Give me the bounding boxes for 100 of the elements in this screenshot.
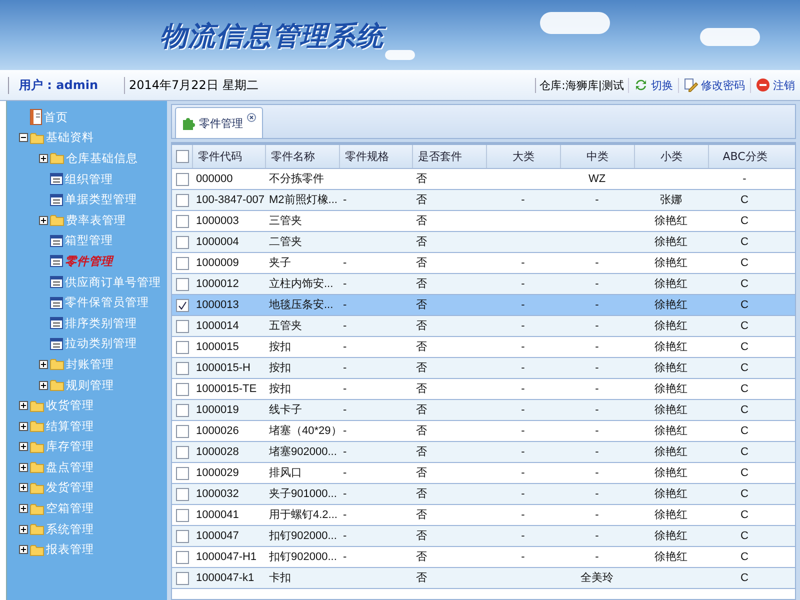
form-icon: [50, 317, 63, 330]
form-icon: [50, 296, 63, 309]
row-checkbox[interactable]: [176, 278, 188, 290]
folder-icon: [30, 461, 44, 474]
warehouse-label: 仓库:海狮库|测试: [534, 78, 628, 92]
table-cell: -: [521, 488, 525, 500]
column-header[interactable]: 小类: [634, 145, 708, 168]
table-cell: -: [521, 509, 525, 521]
table-cell: 徐艳红: [654, 425, 688, 437]
select-all-checkbox[interactable]: [176, 150, 188, 163]
expand-icon[interactable]: [19, 442, 28, 452]
header-link[interactable]: 切换: [651, 78, 673, 92]
column-header[interactable]: 零件规格: [339, 145, 412, 168]
row-checkbox[interactable]: [176, 382, 188, 396]
folder-icon: [50, 214, 64, 226]
table-cell: 1000003: [196, 215, 239, 227]
table-cell: 否: [416, 215, 427, 227]
expand-icon[interactable]: [19, 524, 28, 534]
expand-icon[interactable]: [19, 401, 28, 410]
table-row[interactable]: 1000019 线卡子 - 否 - - 徐艳红 C: [172, 400, 795, 421]
table-cell: 否: [416, 530, 427, 542]
row-checkbox[interactable]: [176, 236, 188, 248]
row-checkbox[interactable]: [176, 194, 188, 206]
column-header[interactable]: 零件代码: [192, 145, 265, 168]
table-cell: 否: [416, 488, 427, 500]
expand-icon[interactable]: [19, 422, 28, 431]
table-cell: 否: [416, 299, 427, 311]
table-cell: -: [595, 404, 599, 416]
table-row[interactable]: 1000015-H 按扣 - 否 - - 徐艳红 C: [172, 358, 795, 379]
row-checkbox[interactable]: [176, 446, 188, 458]
form-icon: [50, 338, 63, 350]
row-checkbox[interactable]: [176, 214, 188, 228]
table-cell: -: [521, 362, 525, 374]
table-cell: 张娜: [660, 194, 682, 206]
table-cell: -: [343, 362, 347, 374]
expand-icon[interactable]: [39, 216, 48, 225]
table-cell: 徐艳红: [654, 341, 688, 353]
row-checkbox[interactable]: [176, 508, 188, 522]
table-row[interactable]: 1000013 地毯压条安... - 否 - - 徐艳红 C: [172, 295, 795, 316]
expand-icon[interactable]: [19, 483, 28, 492]
table-cell: 徐艳红: [654, 488, 688, 500]
row-checkbox[interactable]: [176, 404, 188, 416]
tab[interactable]: 零件管理: [175, 107, 263, 138]
row-checkbox[interactable]: [176, 550, 188, 564]
row-checkbox[interactable]: [176, 298, 188, 312]
table-cell: -: [343, 509, 347, 521]
row-checkbox[interactable]: [176, 256, 188, 270]
expand-icon[interactable]: [19, 504, 28, 514]
table-row[interactable]: 1000014 五管夹 - 否 - - 徐艳红 C: [172, 316, 795, 337]
row-checkbox[interactable]: [176, 572, 188, 584]
table-cell: C: [740, 572, 748, 584]
close-icon[interactable]: [247, 113, 256, 122]
expand-icon[interactable]: [39, 360, 48, 369]
row-checkbox[interactable]: [176, 172, 188, 186]
expand-icon[interactable]: [19, 462, 28, 472]
table-cell: 徐艳红: [654, 446, 688, 458]
table-cell: -: [595, 341, 599, 353]
table-cell: 夹子901000...: [269, 488, 337, 500]
table-cell: 徐艳红: [654, 320, 688, 332]
row-checkbox[interactable]: [176, 466, 188, 480]
expand-icon[interactable]: [19, 545, 28, 554]
table-row[interactable]: 1000012 立柱内饰安... - 否 - - 徐艳红 C: [172, 274, 795, 295]
table-cell: 堵塞902000...: [269, 446, 337, 458]
table-cell: C: [740, 404, 748, 416]
table-cell: 立柱内饰安...: [269, 278, 334, 290]
row-checkbox[interactable]: [176, 362, 188, 374]
table-cell: 徐艳红: [654, 236, 688, 248]
column-header[interactable]: 是否套件: [412, 145, 486, 168]
expand-icon[interactable]: [39, 380, 48, 390]
table-row[interactable]: 1000032 夹子901000... - 否 - - 徐艳红 C: [172, 484, 795, 505]
column-header[interactable]: 大类: [486, 145, 560, 168]
table-row[interactable]: 1000047-k1 卡扣 否 全美玲 C: [172, 568, 795, 589]
table-row[interactable]: 1000047 扣钉902000... - 否 - - 徐艳红 C: [172, 526, 795, 547]
table-cell: 1000012: [196, 278, 239, 290]
header-link[interactable]: 修改密码: [701, 78, 745, 92]
collapse-icon[interactable]: [19, 133, 28, 142]
table-cell: 1000013: [196, 299, 239, 311]
column-header[interactable]: 中类: [560, 145, 634, 168]
row-checkbox[interactable]: [176, 320, 188, 332]
table-cell: -: [521, 425, 525, 437]
table-cell: -: [521, 320, 525, 332]
table-cell: -: [521, 278, 525, 290]
table-cell: -: [595, 362, 599, 374]
column-header[interactable]: ABC分类: [708, 145, 781, 168]
table-cell: -: [343, 404, 347, 416]
expand-icon[interactable]: [39, 154, 48, 163]
table-row[interactable]: 100-3847-007 M2前照灯橡... - 否 - - 张娜 C: [172, 190, 795, 211]
book-icon: [30, 109, 42, 126]
folder-icon: [30, 132, 44, 144]
form-icon: [50, 255, 63, 268]
row-checkbox[interactable]: [176, 530, 188, 542]
table-row[interactable]: 1000028 堵塞902000... - 否 - - 徐艳红 C: [172, 442, 795, 463]
row-checkbox[interactable]: [176, 340, 188, 354]
row-checkbox[interactable]: [176, 424, 188, 438]
table-cell: 否: [416, 194, 427, 206]
table-row[interactable]: 1000004 二管夹 否 徐艳红 C: [172, 232, 795, 253]
table-cell: -: [521, 341, 525, 353]
row-checkbox[interactable]: [176, 488, 188, 500]
header-link[interactable]: 注销: [773, 78, 795, 92]
column-header[interactable]: 零件名称: [265, 145, 339, 168]
